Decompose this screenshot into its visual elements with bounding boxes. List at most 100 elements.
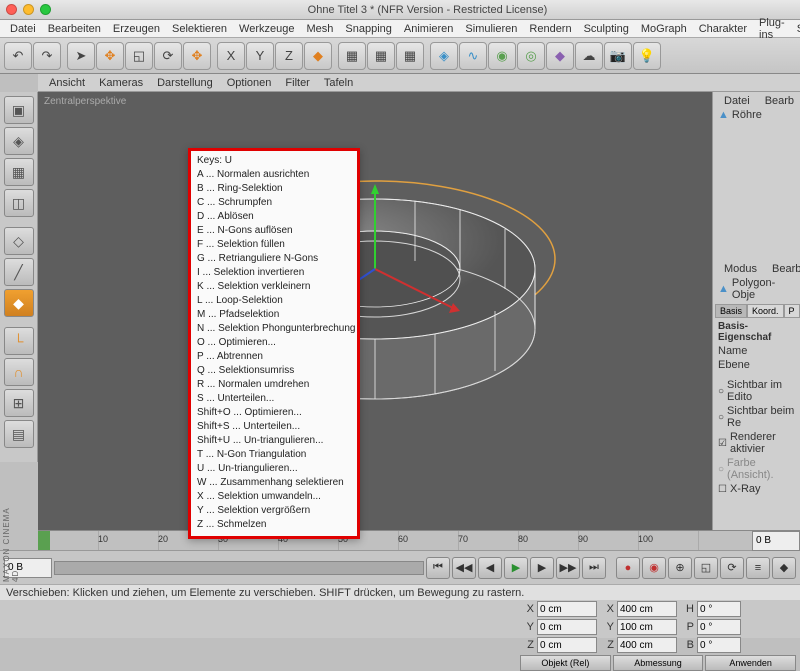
popup-item[interactable]: L ... Loop-Selektion (197, 294, 351, 308)
axis-y-button[interactable]: Y (246, 42, 274, 70)
popup-item[interactable]: Q ... Selektionsumriss (197, 364, 351, 378)
coord-apply-button[interactable]: Anwenden (705, 655, 796, 671)
generator2-button[interactable]: ◎ (517, 42, 545, 70)
goto-start-button[interactable]: ⏮ (426, 557, 450, 579)
move-tool[interactable]: ✥ (96, 42, 124, 70)
record-button[interactable]: ● (616, 557, 640, 579)
key-pos-button[interactable]: ⊕ (668, 557, 692, 579)
attr-renderer-active[interactable]: ☑ Renderer aktivier (715, 430, 798, 456)
popup-item[interactable]: E ... N-Gons auflösen (197, 224, 351, 238)
tab-phong[interactable]: P (784, 304, 800, 318)
menu-selektieren[interactable]: Selektieren (166, 23, 233, 35)
popup-item[interactable]: T ... N-Gon Triangulation (197, 448, 351, 462)
timeline-ticks[interactable]: 0 10 20 30 40 50 60 70 80 90 100 (38, 531, 752, 550)
rotate-tool[interactable]: ⟳ (154, 42, 182, 70)
view-kameras[interactable]: Kameras (92, 77, 150, 89)
om-menu-datei[interactable]: Datei (718, 95, 756, 107)
coord-y-pos[interactable] (537, 619, 597, 635)
popup-item[interactable]: G ... Retrianguliere N-Gons (197, 252, 351, 266)
coord-y-dim[interactable] (617, 619, 677, 635)
timeline-end-field[interactable]: 0 B (752, 531, 800, 551)
render-picture-button[interactable]: ▦ (367, 42, 395, 70)
spline-primitive-button[interactable]: ∿ (459, 42, 487, 70)
next-key-button[interactable]: ▶▶ (556, 557, 580, 579)
popup-item[interactable]: S ... Unterteilen... (197, 392, 351, 406)
popup-item[interactable]: N ... Selektion Phongunterbrechung (197, 322, 351, 336)
undo-button[interactable]: ↶ (4, 42, 32, 70)
shortcut-popup[interactable]: Keys: U A ... Normalen ausrichtenB ... R… (188, 148, 360, 539)
coord-dim-button[interactable]: Abmessung (613, 655, 704, 671)
next-frame-button[interactable]: ▶ (530, 557, 554, 579)
popup-item[interactable]: O ... Optimieren... (197, 336, 351, 350)
coord-b-ang[interactable] (697, 637, 741, 653)
popup-item[interactable]: I ... Selektion invertieren (197, 266, 351, 280)
popup-item[interactable]: C ... Schrumpfen (197, 196, 351, 210)
scale-tool[interactable]: ◱ (125, 42, 153, 70)
menu-sculpting[interactable]: Sculpting (578, 23, 635, 35)
popup-item[interactable]: Shift+S ... Unterteilen... (197, 420, 351, 434)
coord-system-button[interactable]: ◆ (304, 42, 332, 70)
am-menu-modus[interactable]: Modus (718, 263, 763, 275)
edge-mode-button[interactable]: ╱ (4, 258, 34, 286)
popup-item[interactable]: Y ... Selektion vergrößern (197, 504, 351, 518)
key-rot-button[interactable]: ⟳ (720, 557, 744, 579)
popup-item[interactable]: Shift+U ... Un-triangulieren... (197, 434, 351, 448)
am-menu-bearb[interactable]: Bearb (766, 263, 800, 275)
tab-basis[interactable]: Basis (715, 304, 747, 318)
zoom-icon[interactable] (40, 4, 51, 15)
menu-simulieren[interactable]: Simulieren (459, 23, 523, 35)
range-slider[interactable] (54, 561, 424, 575)
generator-button[interactable]: ◉ (488, 42, 516, 70)
view-filter[interactable]: Filter (278, 77, 316, 89)
menu-werkzeuge[interactable]: Werkzeuge (233, 23, 300, 35)
popup-item[interactable]: K ... Selektion verkleinern (197, 280, 351, 294)
workplane-mode-button[interactable]: ◫ (4, 189, 34, 217)
attr-xray[interactable]: ☐ X-Ray (715, 482, 798, 496)
playhead-icon[interactable] (38, 531, 50, 550)
prev-key-button[interactable]: ◀◀ (452, 557, 476, 579)
menu-animieren[interactable]: Animieren (398, 23, 460, 35)
menu-charakter[interactable]: Charakter (693, 23, 753, 35)
menu-datei[interactable]: Datei (4, 23, 42, 35)
play-button[interactable]: ▶ (504, 557, 528, 579)
coord-h-ang[interactable] (697, 601, 741, 617)
lock-button[interactable]: ▤ (4, 420, 34, 448)
tab-koord[interactable]: Koord. (747, 304, 784, 318)
om-menu-bearb[interactable]: Bearb (759, 95, 800, 107)
minimize-icon[interactable] (23, 4, 34, 15)
autokey-button[interactable]: ◉ (642, 557, 666, 579)
popup-item[interactable]: U ... Un-triangulieren... (197, 462, 351, 476)
timeline-ruler[interactable]: 0 10 20 30 40 50 60 70 80 90 100 0 B (38, 530, 800, 550)
key-pla-button[interactable]: ◆ (772, 557, 796, 579)
view-tafeln[interactable]: Tafeln (317, 77, 360, 89)
axis-tool-button[interactable]: └ (4, 327, 34, 355)
quantize-button[interactable]: ⊞ (4, 389, 34, 417)
snap-button[interactable]: ∩ (4, 358, 34, 386)
coord-x-dim[interactable] (617, 601, 677, 617)
render-view-button[interactable]: ▦ (338, 42, 366, 70)
menu-skript[interactable]: Skript (791, 23, 800, 35)
coord-x-pos[interactable] (537, 601, 597, 617)
menu-rendern[interactable]: Rendern (523, 23, 577, 35)
coord-mode-button[interactable]: Objekt (Rel) (520, 655, 611, 671)
popup-item[interactable]: B ... Ring-Selektion (197, 182, 351, 196)
popup-item[interactable]: Shift+O ... Optimieren... (197, 406, 351, 420)
view-ansicht[interactable]: Ansicht (42, 77, 92, 89)
axis-z-button[interactable]: Z (275, 42, 303, 70)
select-tool[interactable]: ➤ (67, 42, 95, 70)
menu-bearbeiten[interactable]: Bearbeiten (42, 23, 107, 35)
popup-item[interactable]: M ... Pfadselektion (197, 308, 351, 322)
make-editable-button[interactable]: ▣ (4, 96, 34, 124)
last-tool[interactable]: ✥ (183, 42, 211, 70)
model-mode-button[interactable]: ◈ (4, 127, 34, 155)
point-mode-button[interactable]: ◇ (4, 227, 34, 255)
key-scale-button[interactable]: ◱ (694, 557, 718, 579)
cube-primitive-button[interactable]: ◈ (430, 42, 458, 70)
view-darstellung[interactable]: Darstellung (150, 77, 220, 89)
render-settings-button[interactable]: ▦ (396, 42, 424, 70)
prev-frame-button[interactable]: ◀ (478, 557, 502, 579)
attr-vis-render[interactable]: ○ Sichtbar beim Re (715, 404, 798, 430)
close-icon[interactable] (6, 4, 17, 15)
light-button[interactable]: 💡 (633, 42, 661, 70)
object-tree-item[interactable]: ▲ Röhre (715, 108, 798, 122)
